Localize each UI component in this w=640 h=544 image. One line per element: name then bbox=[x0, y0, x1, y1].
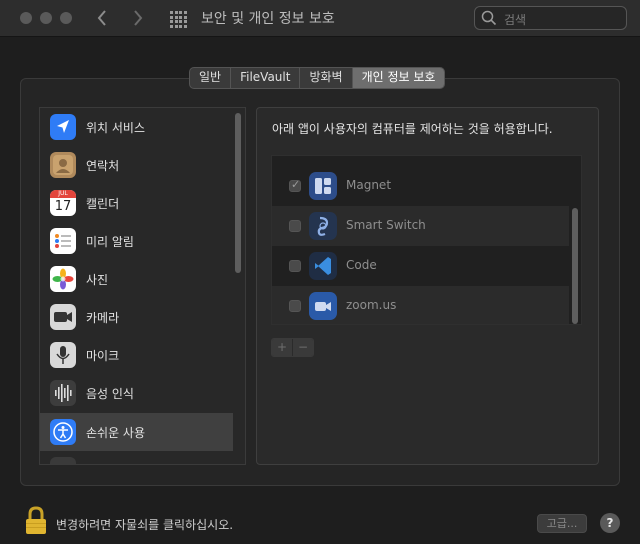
partial-category-icon bbox=[50, 457, 76, 464]
sidebar-item-reminders[interactable]: 미리 알림 bbox=[40, 222, 233, 260]
reminders-icon bbox=[50, 228, 76, 254]
sidebar-item-location-services[interactable]: 위치 서비스 bbox=[40, 108, 233, 146]
sidebar-item-label: 미리 알림 bbox=[86, 235, 134, 249]
sidebar-item-label: 사진 bbox=[86, 273, 109, 287]
close-window-button[interactable] bbox=[20, 12, 32, 24]
sidebar-item-photos[interactable]: 사진 bbox=[40, 260, 233, 298]
tab-privacy[interactable]: 개인 정보 보호 bbox=[352, 68, 445, 88]
calendar-icon: JUL 17 bbox=[50, 190, 76, 216]
search-field[interactable]: 검색 bbox=[474, 6, 627, 30]
add-app-button[interactable]: + bbox=[272, 339, 293, 356]
vscode-app-icon bbox=[309, 252, 337, 280]
help-button[interactable]: ? bbox=[600, 513, 620, 533]
app-row-code[interactable]: Code bbox=[272, 246, 569, 286]
zoom-window-button[interactable] bbox=[60, 12, 72, 24]
title-bar: 보안 및 개인 정보 보호 검색 bbox=[0, 0, 640, 37]
smart-switch-checkbox[interactable] bbox=[289, 220, 301, 232]
window-title: 보안 및 개인 정보 보호 bbox=[201, 11, 335, 27]
forward-button[interactable] bbox=[132, 6, 144, 35]
app-name: Smart Switch bbox=[346, 218, 426, 232]
app-row-smart-switch[interactable]: Smart Switch bbox=[272, 206, 569, 246]
sidebar-item-label: 음성 인식 bbox=[86, 387, 134, 401]
sidebar-item-camera[interactable]: 카메라 bbox=[40, 298, 233, 336]
app-row-zoom[interactable]: zoom.us bbox=[272, 286, 569, 324]
advanced-button[interactable]: 고급... bbox=[537, 514, 587, 533]
sidebar-item-label: 손쉬운 사용 bbox=[86, 426, 146, 440]
search-placeholder: 검색 bbox=[504, 13, 527, 27]
back-button[interactable] bbox=[96, 6, 108, 35]
speech-recognition-icon bbox=[50, 380, 76, 406]
search-icon bbox=[481, 10, 497, 26]
sidebar-scrollbar[interactable] bbox=[235, 113, 241, 273]
zoom-checkbox[interactable] bbox=[289, 300, 301, 312]
magnet-app-icon bbox=[309, 172, 337, 200]
sidebar-item-partial[interactable] bbox=[40, 451, 233, 464]
sidebar-item-label: 연락처 bbox=[86, 159, 120, 173]
sidebar-item-label: 마이크 bbox=[86, 349, 120, 363]
photos-icon bbox=[50, 266, 76, 292]
smart-switch-app-icon bbox=[309, 212, 337, 240]
add-remove-buttons: + − bbox=[271, 338, 314, 357]
sidebar-item-label: 위치 서비스 bbox=[86, 121, 146, 135]
contacts-icon bbox=[50, 152, 76, 178]
lock-instruction-text: 변경하려면 자물쇠를 클릭하십시오. bbox=[56, 518, 234, 532]
lock-icon[interactable] bbox=[24, 506, 48, 536]
checkmark-icon: ✓ bbox=[291, 178, 301, 191]
sidebar-item-speech-recognition[interactable]: 음성 인식 bbox=[40, 374, 233, 412]
permissions-description: 아래 앱이 사용자의 컴퓨터를 제어하는 것을 허용합니다. bbox=[272, 122, 553, 136]
sidebar-item-microphone[interactable]: 마이크 bbox=[40, 336, 233, 374]
app-name: Magnet bbox=[346, 178, 392, 192]
sidebar-item-label: 카메라 bbox=[86, 311, 120, 325]
tab-general[interactable]: 일반 bbox=[190, 68, 232, 88]
show-all-grid-icon[interactable] bbox=[170, 11, 187, 28]
app-row-magnet[interactable]: ✓ Magnet bbox=[272, 166, 569, 206]
sidebar-item-accessibility[interactable]: 손쉬운 사용 bbox=[40, 413, 233, 451]
location-arrow-icon bbox=[50, 114, 76, 140]
app-name: Code bbox=[346, 258, 377, 272]
tab-bar: 일반 FileVault 방화벽 개인 정보 보호 bbox=[189, 67, 446, 89]
sidebar-item-calendar[interactable]: JUL 17 캘린더 bbox=[40, 184, 233, 222]
magnet-checkbox[interactable]: ✓ bbox=[289, 178, 301, 192]
calendar-day: 17 bbox=[54, 199, 72, 214]
tab-filevault[interactable]: FileVault bbox=[231, 68, 301, 88]
tab-firewall[interactable]: 방화벽 bbox=[300, 68, 353, 88]
minimize-window-button[interactable] bbox=[40, 12, 52, 24]
zoom-app-icon bbox=[309, 292, 337, 320]
camera-icon bbox=[50, 304, 76, 330]
list-item bbox=[272, 155, 569, 156]
microphone-icon bbox=[50, 342, 76, 368]
code-checkbox[interactable] bbox=[289, 260, 301, 272]
chevron-right-icon bbox=[134, 10, 143, 26]
chevron-left-icon bbox=[97, 10, 106, 26]
remove-app-button[interactable]: − bbox=[293, 339, 313, 356]
app-list-scrollbar[interactable] bbox=[572, 208, 578, 324]
sidebar-item-label: 캘린더 bbox=[86, 197, 120, 211]
calendar-month: JUL bbox=[50, 190, 76, 198]
app-name: zoom.us bbox=[346, 298, 397, 312]
sidebar-item-contacts[interactable]: 연락처 bbox=[40, 146, 233, 184]
app-permission-list[interactable]: ✓ Magnet Smart Switch Code zoom.us bbox=[271, 155, 582, 325]
privacy-category-list[interactable]: 위치 서비스 연락처 JUL 17 캘린더 미리 알림 사진 카메라 마이크 음… bbox=[39, 107, 246, 465]
accessibility-icon bbox=[50, 419, 76, 445]
